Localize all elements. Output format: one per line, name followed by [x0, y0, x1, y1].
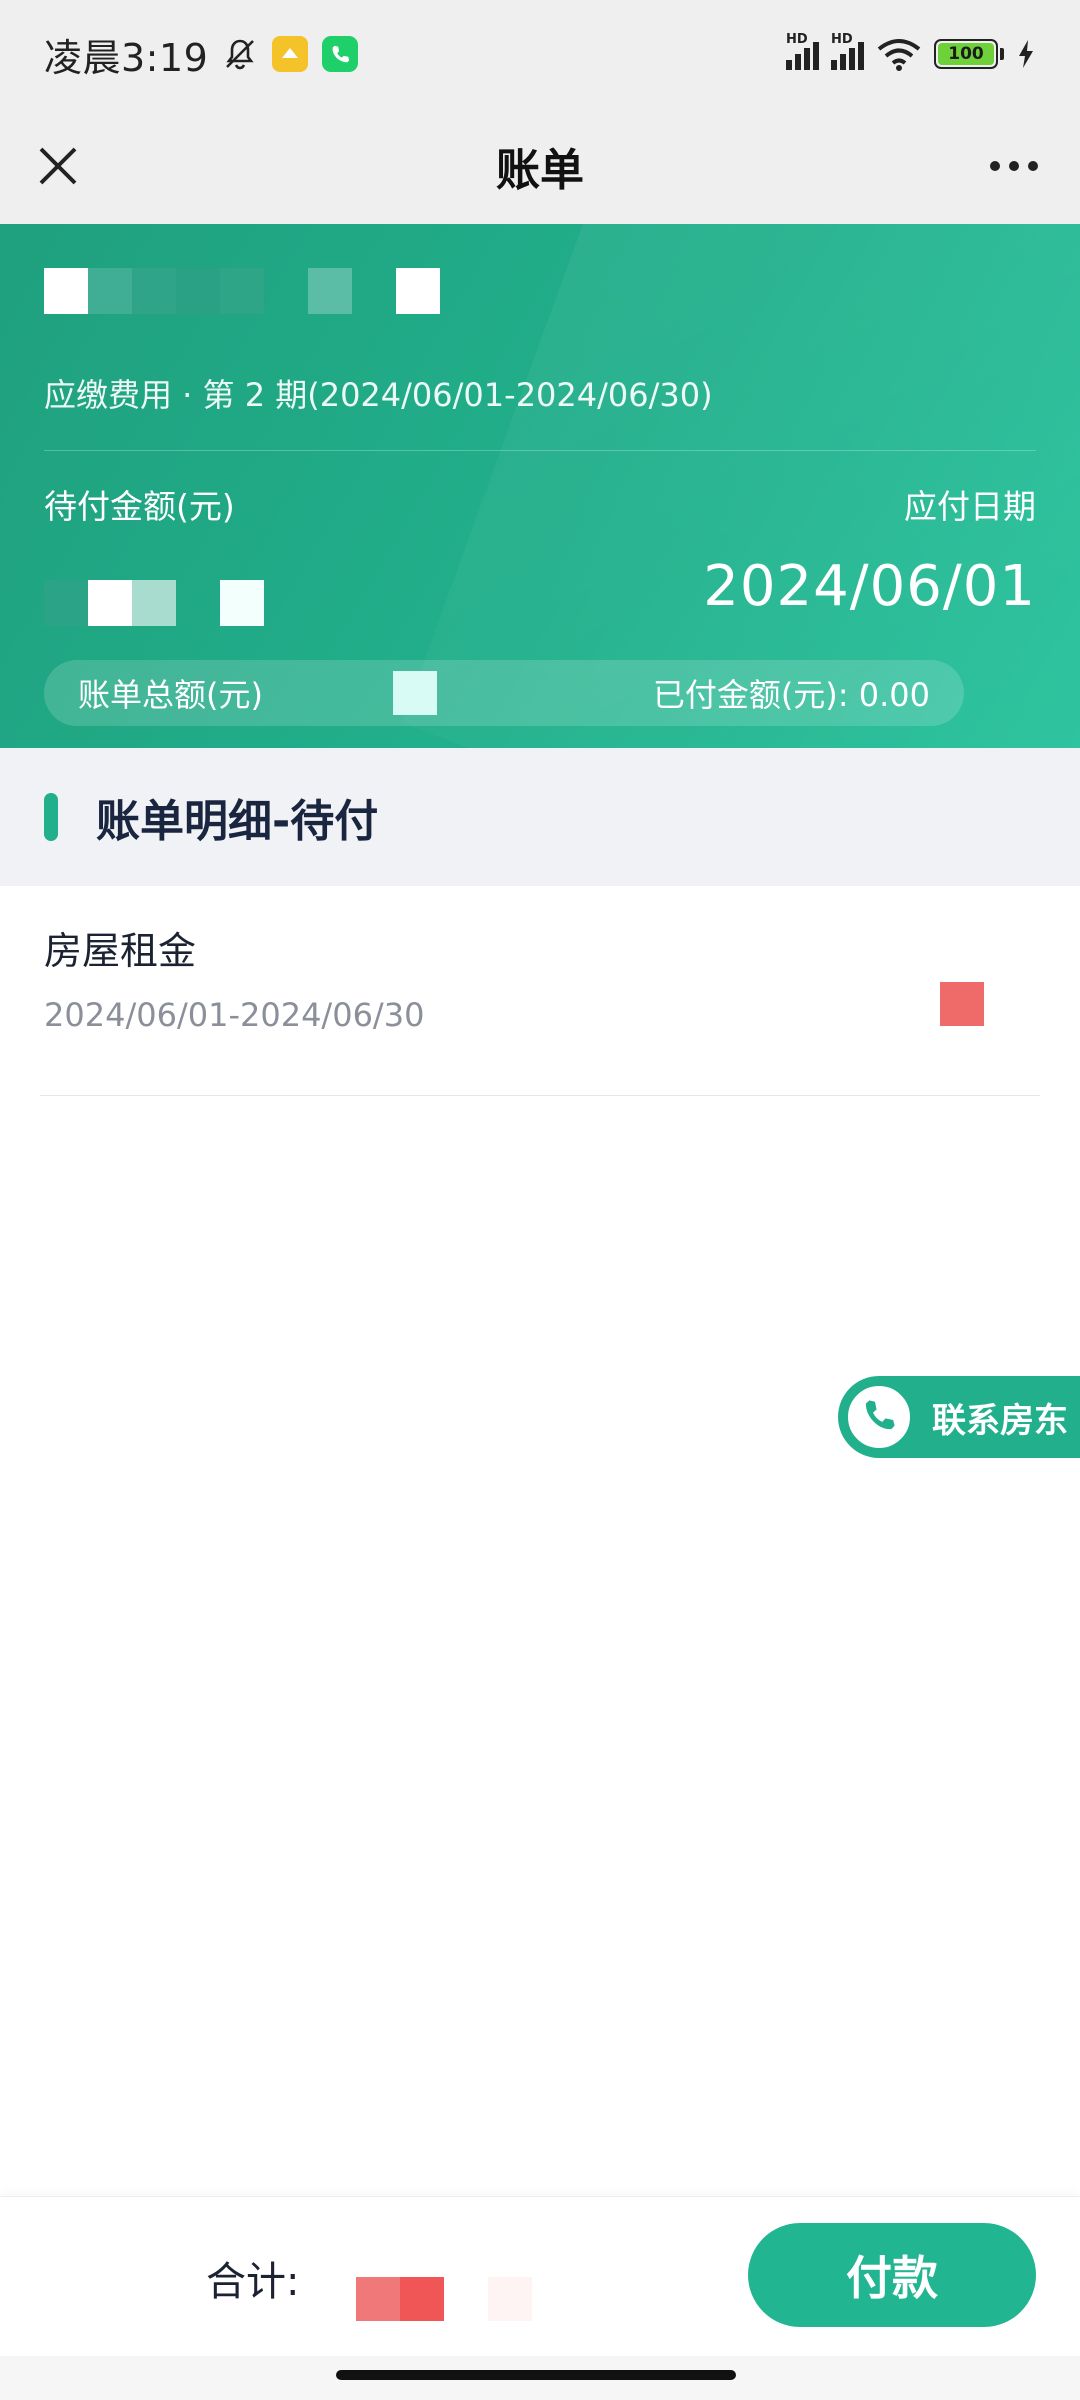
bill-item-amount-redacted — [940, 982, 984, 1026]
section-title: 账单明细-待付 — [96, 796, 379, 847]
battery-level: 100 — [938, 43, 994, 65]
bill-summary-card: 应缴费用 · 第 2 期(2024/06/01-2024/06/30) 待付金额… — [0, 224, 1080, 748]
bill-item-row[interactable]: 房屋租金 2024/06/01-2024/06/30 — [0, 886, 1080, 1096]
contact-landlord-label: 联系房东 — [932, 1400, 1068, 1441]
page-title: 账单 — [496, 145, 584, 196]
bill-page: 凌晨3:19 HD HD 100 账单 应缴费用 · 第 2 期(2024/06… — [0, 0, 1080, 2400]
more-button[interactable] — [978, 138, 1050, 194]
detail-section-header: 账单明细-待付 — [0, 748, 1080, 886]
nav-bar: 账单 — [0, 108, 1080, 224]
charging-icon — [1019, 40, 1033, 68]
section-accent-bar — [44, 793, 58, 841]
home-indicator[interactable] — [336, 2370, 736, 2380]
bill-total-redacted — [392, 671, 437, 715]
notification-app-icon — [272, 36, 309, 72]
status-time: 凌晨3:19 — [44, 35, 209, 80]
phone-app-icon — [322, 36, 359, 72]
more-dot-icon — [1009, 161, 1019, 171]
status-left: 凌晨3:19 — [44, 27, 359, 82]
billing-period: 应缴费用 · 第 2 期(2024/06/01-2024/06/30) — [44, 376, 713, 414]
due-amount-label: 待付金额(元) — [44, 487, 235, 526]
paid-amount: 已付金额(元): 0.00 — [652, 676, 930, 714]
more-dot-icon — [1028, 161, 1038, 171]
signal-2-icon: HD — [831, 32, 864, 70]
property-name-redacted — [44, 268, 440, 314]
bottom-action-bar: 合计: 付款 — [0, 2196, 1080, 2356]
status-right: HD HD 100 — [786, 32, 1036, 71]
bill-item-name: 房屋租金 — [44, 929, 197, 973]
due-date-value: 2024/06/01 — [703, 554, 1036, 619]
due-amount-redacted — [44, 580, 264, 626]
item-divider — [40, 1095, 1040, 1096]
bill-total-label: 账单总额(元) — [78, 676, 263, 714]
header-divider — [44, 450, 1036, 451]
due-date-label: 应付日期 — [904, 487, 1036, 526]
totals-bar: 账单总额(元) 已付金额(元): 0.00 — [44, 660, 964, 726]
bell-muted-icon — [226, 39, 255, 70]
contact-landlord-button[interactable]: 联系房东 — [838, 1376, 1080, 1458]
sum-amount-redacted — [356, 2277, 532, 2321]
close-button[interactable] — [30, 138, 86, 194]
phone-icon — [844, 1382, 914, 1452]
wifi-icon — [877, 39, 921, 71]
signal-1-icon: HD — [786, 32, 819, 70]
hd-label-2: HD — [831, 32, 853, 47]
bill-item-period: 2024/06/01-2024/06/30 — [44, 996, 425, 1034]
pay-button[interactable]: 付款 — [748, 2223, 1036, 2327]
hd-label-1: HD — [786, 32, 808, 47]
battery-icon: 100 — [934, 39, 1004, 69]
more-dot-icon — [990, 161, 1000, 171]
status-bar: 凌晨3:19 HD HD 100 — [0, 0, 1080, 108]
sum-label: 合计: — [206, 2259, 300, 2305]
close-icon — [39, 147, 77, 185]
